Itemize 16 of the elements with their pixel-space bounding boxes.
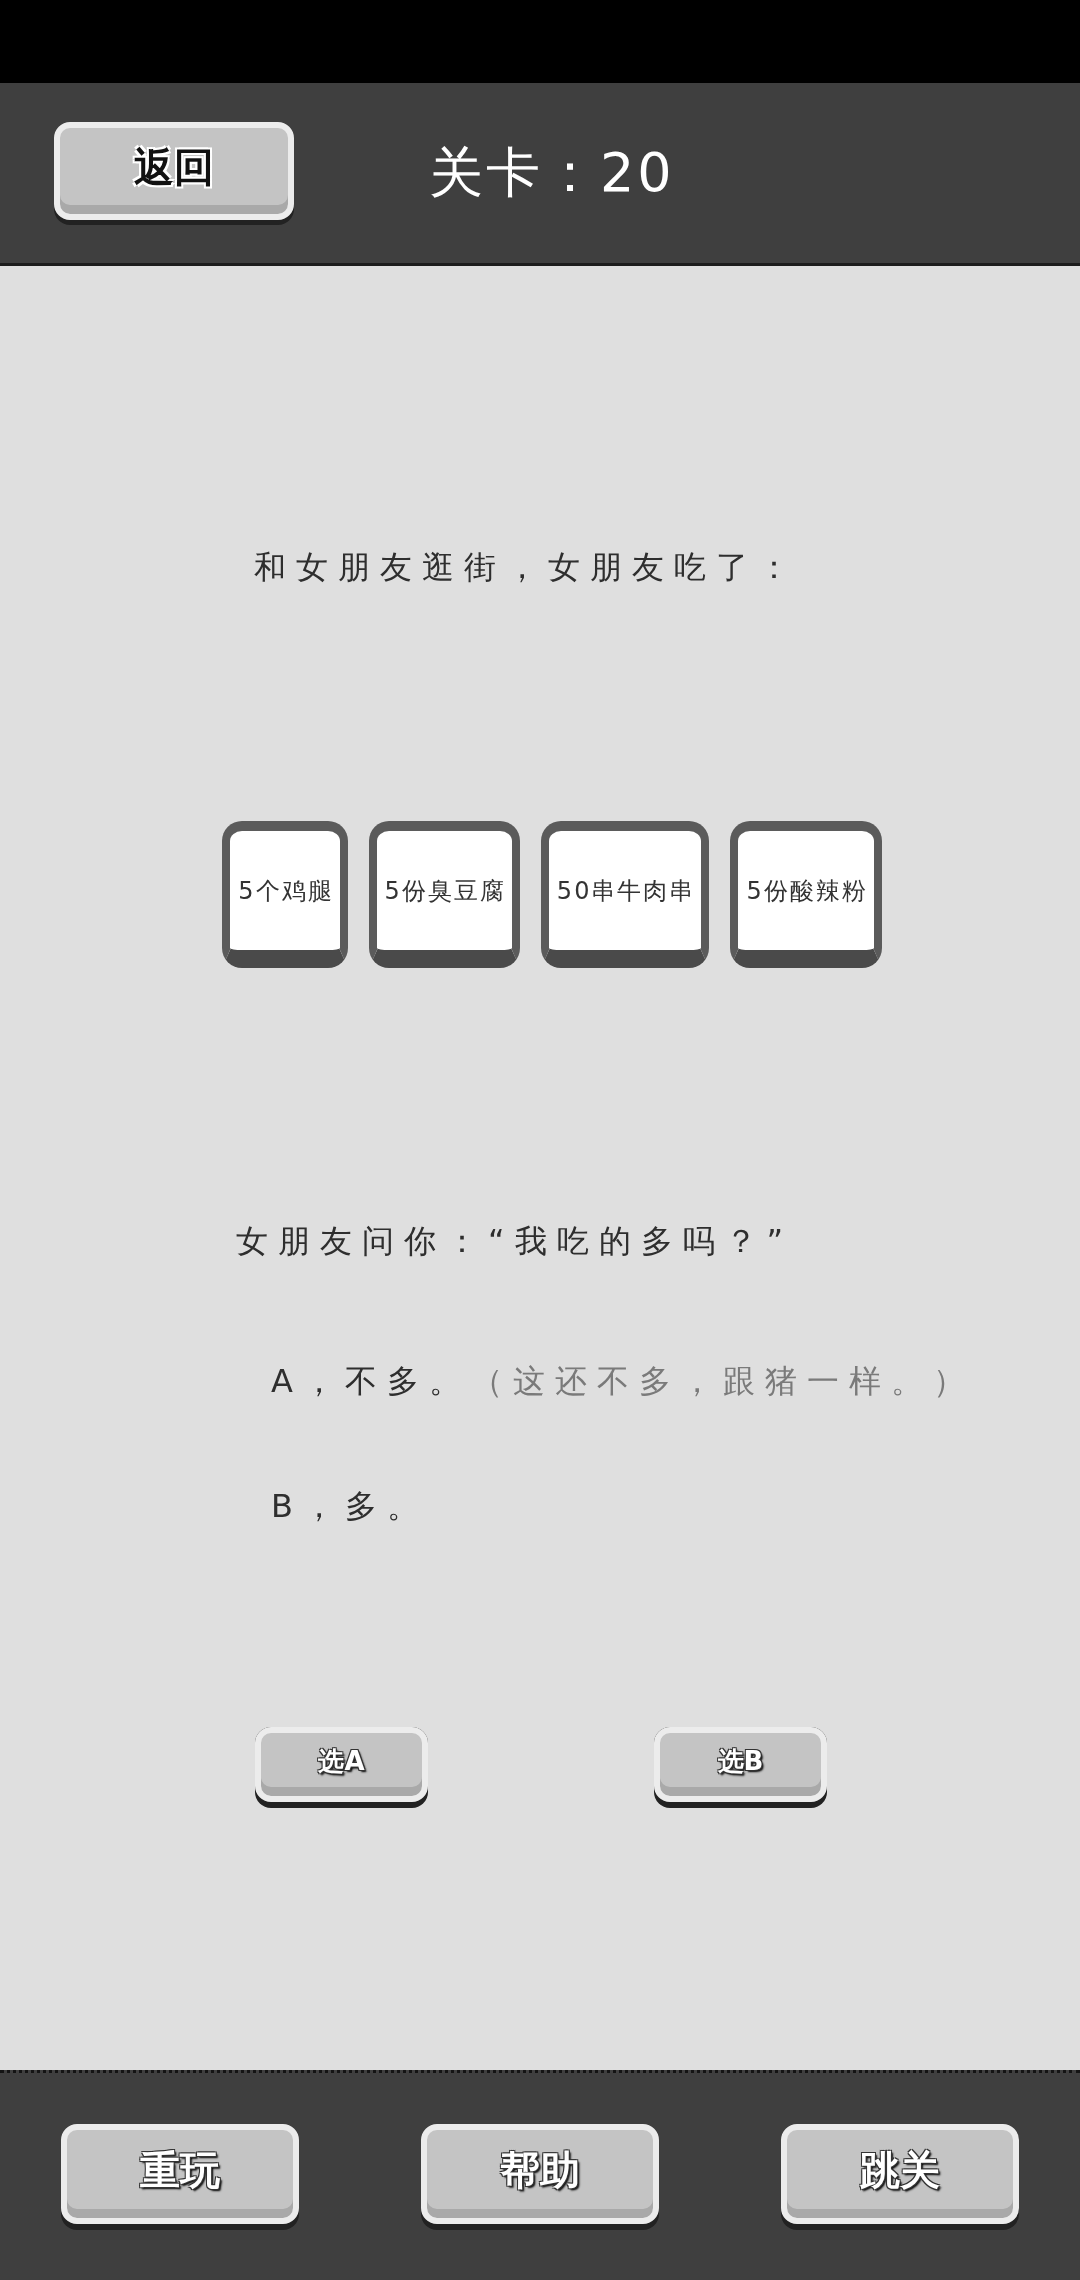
- food-card: 5份臭豆腐: [368, 821, 520, 968]
- level-title: 关卡：20: [429, 141, 675, 205]
- food-card: 50串牛肉串: [540, 821, 710, 968]
- question-text: 女朋友问你：“我吃的多吗？”: [236, 1221, 794, 1262]
- menu-button[interactable]: 帮助: [421, 2123, 659, 2230]
- food-card: 5份酸辣粉: [730, 821, 882, 968]
- back-button[interactable]: 返回: [54, 121, 294, 225]
- answer-button[interactable]: 选A: [255, 1727, 428, 1808]
- option-text: B，多。: [271, 1486, 429, 1527]
- food-card: 5个鸡腿: [222, 821, 348, 968]
- answer-button[interactable]: 选B: [654, 1727, 827, 1808]
- option-note: （这还不多，跟猪一样。）: [470, 1361, 975, 1402]
- option-text: A，不多。: [271, 1361, 471, 1402]
- menu-button[interactable]: 跳关: [781, 2123, 1019, 2230]
- menu-button[interactable]: 重玩: [61, 2123, 299, 2230]
- puzzle-prompt: 和女朋友逛街，女朋友吃了：: [254, 547, 800, 588]
